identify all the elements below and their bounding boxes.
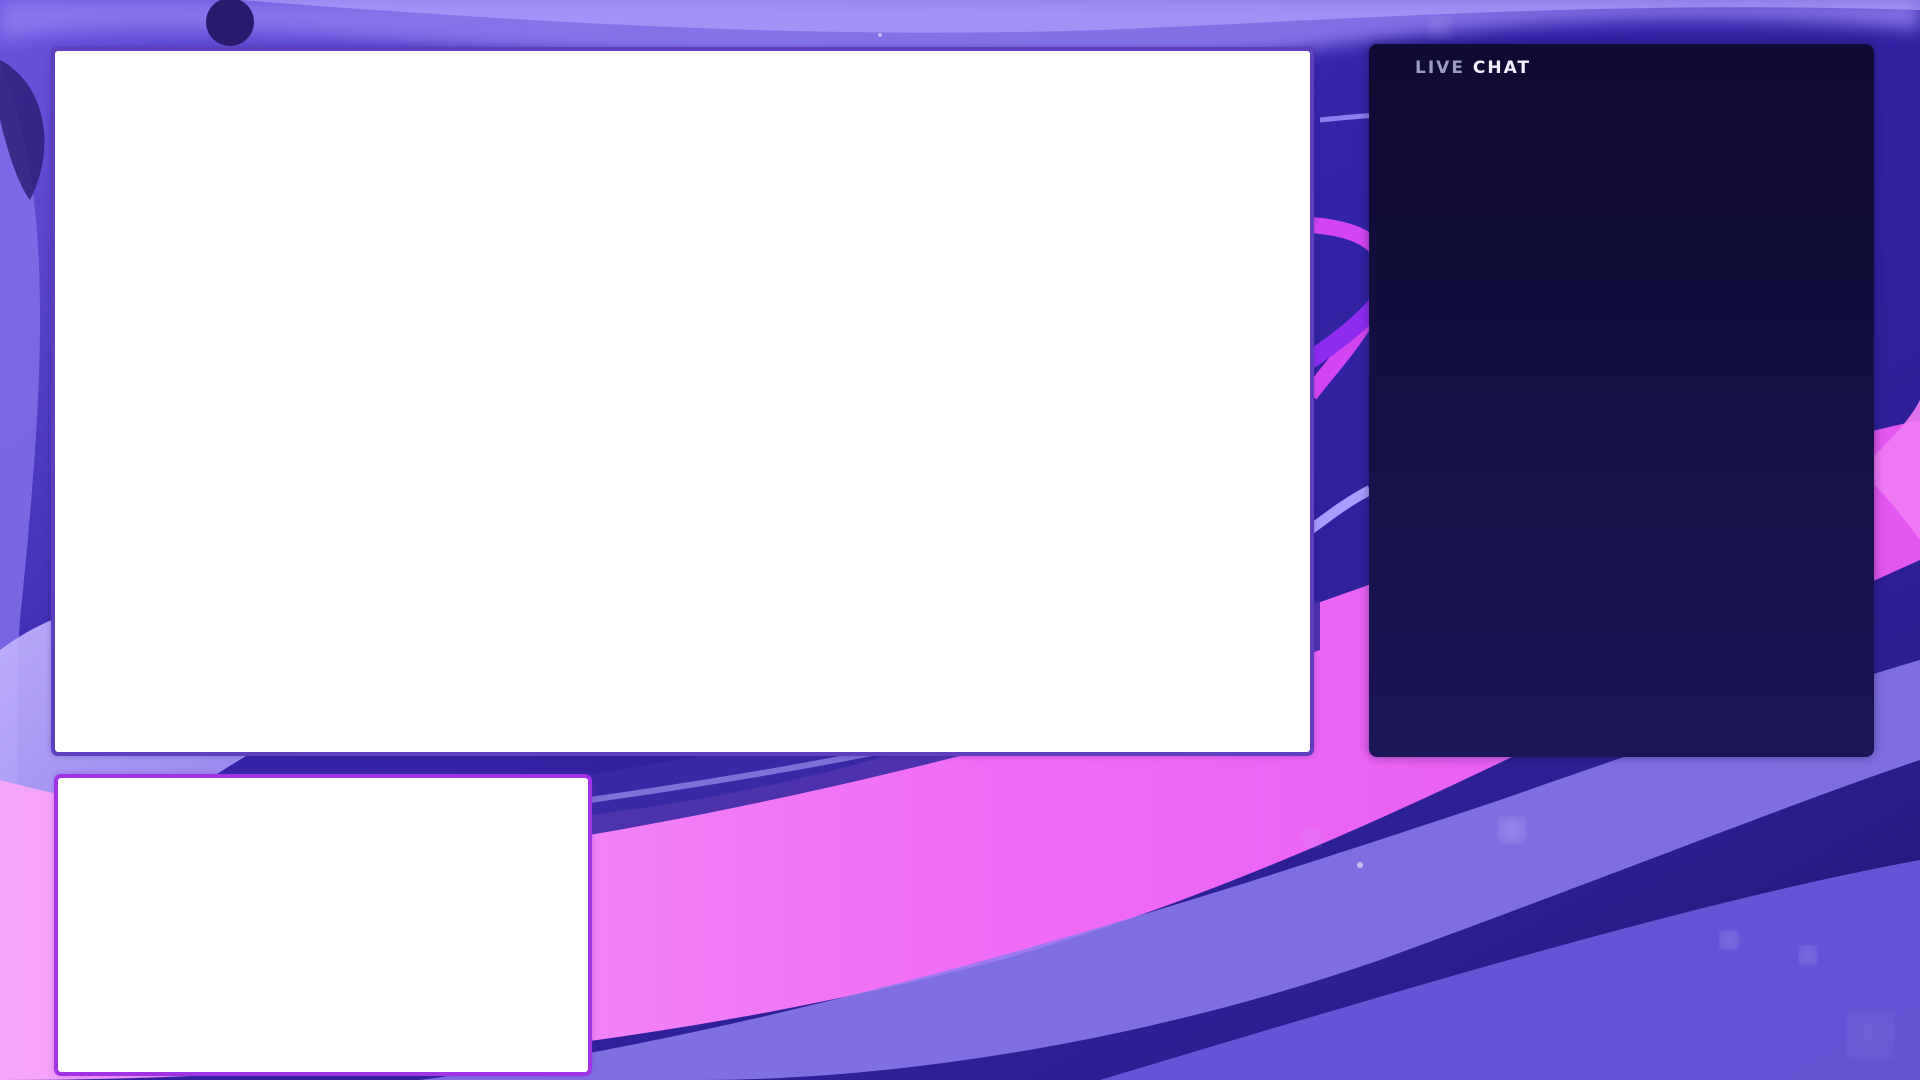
live-chat-panel: LIVE CHAT <box>1369 44 1874 757</box>
main-video-frame <box>51 47 1314 756</box>
webcam-frame <box>54 774 592 1076</box>
chat-title: LIVE CHAT <box>1415 58 1531 78</box>
chat-title-live: LIVE <box>1415 58 1465 78</box>
chat-title-chat: CHAT <box>1472 58 1531 78</box>
